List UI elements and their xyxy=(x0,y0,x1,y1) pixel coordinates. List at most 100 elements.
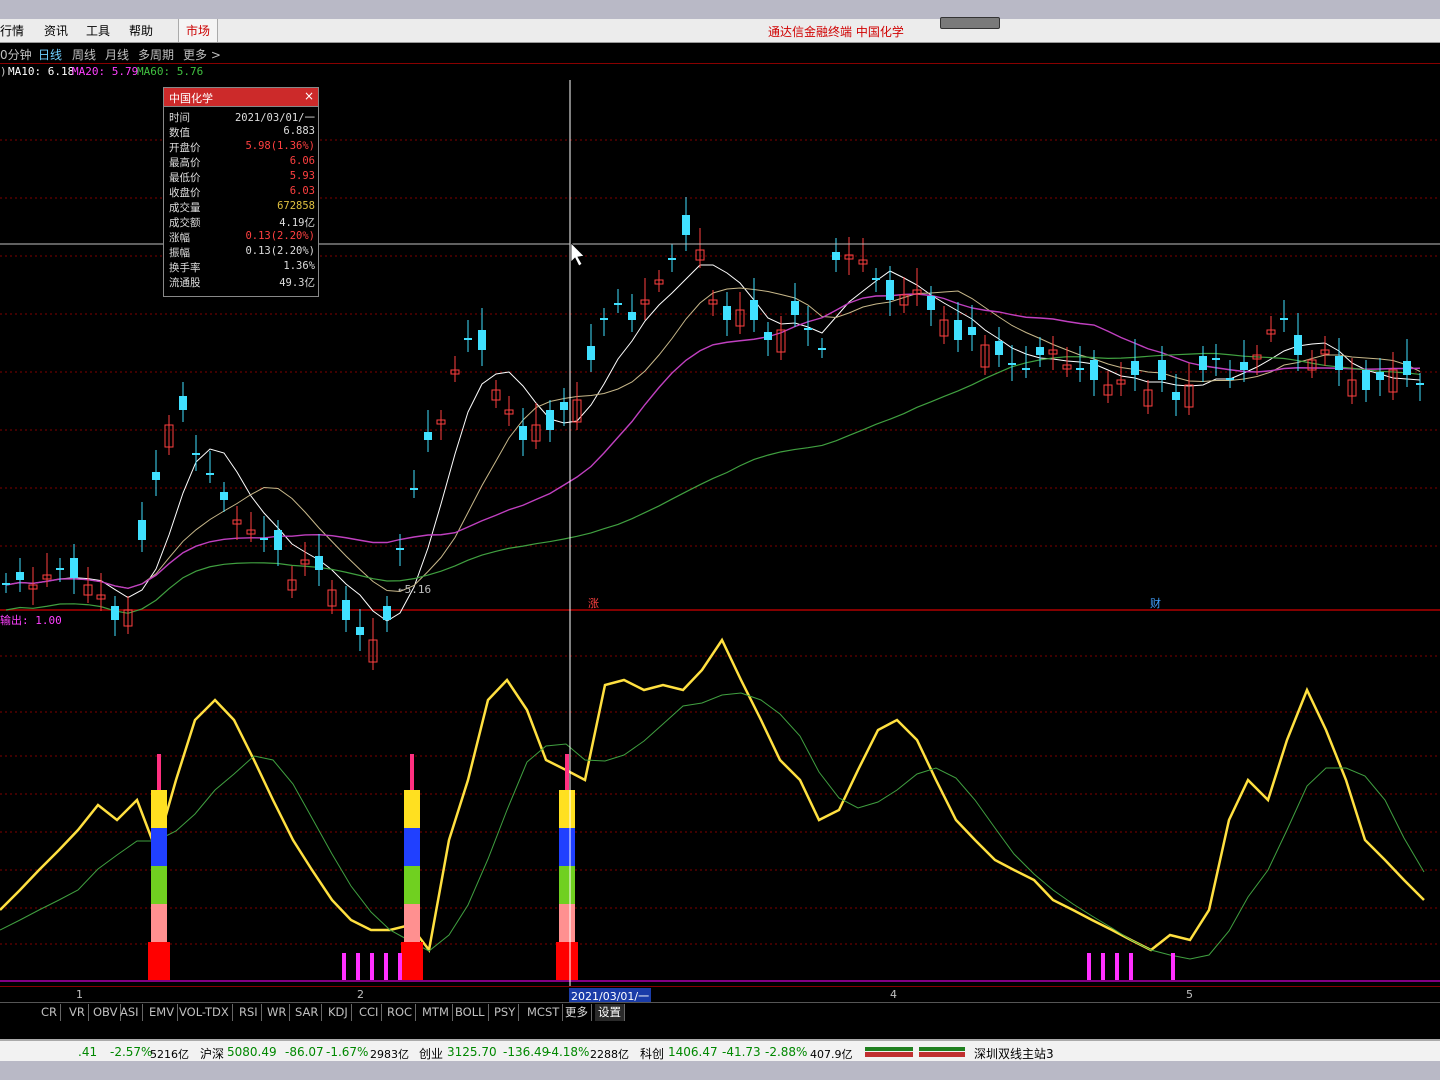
flag-zhang: 涨 xyxy=(588,597,599,610)
indicator-tab-3[interactable]: ASI xyxy=(117,1004,143,1021)
signal-stack-bar xyxy=(559,904,575,942)
indicator-tab-7[interactable]: WR xyxy=(264,1004,291,1021)
tooltip-row: 换手率 1.36% xyxy=(164,260,318,275)
indicator-tab-10[interactable]: CCI xyxy=(356,1004,383,1021)
hs-change: -86.07 xyxy=(285,1045,324,1059)
candle-body xyxy=(1240,362,1248,370)
signal-stack-bar xyxy=(556,942,578,980)
signal-tick-bar xyxy=(1101,953,1105,980)
quote-tooltip-window: 中国化学 × 时间 2021/03/01/一 数值 6.883 开盘价 5.98(1.36… xyxy=(163,87,319,297)
candle-body xyxy=(818,348,826,350)
menu-tools[interactable]: 工具 xyxy=(86,22,110,39)
hs-amount: 2983亿 xyxy=(370,1048,409,1061)
signal-tick-bar xyxy=(356,953,360,980)
candle-body xyxy=(179,396,187,410)
period-weekly[interactable]: 周线 xyxy=(72,46,96,63)
app-title: 通达信金融终端 中国化学 xyxy=(768,25,904,39)
date-label: 4 xyxy=(890,988,897,1001)
tooltip-row: 最低价 5.93 xyxy=(164,170,318,185)
mouse-cursor-icon xyxy=(570,242,585,267)
market-tab-label: 市场 xyxy=(186,24,211,38)
period-multi[interactable]: 多周期 xyxy=(138,46,174,63)
candle-body xyxy=(396,548,404,550)
tooltip-header[interactable]: 中国化学 × xyxy=(164,88,318,107)
candle-body xyxy=(1090,360,1098,380)
tooltip-row: 收盘价 6.03 xyxy=(164,185,318,200)
period-monthly[interactable]: 月线 xyxy=(105,46,129,63)
kc-change: -41.73 xyxy=(722,1045,761,1059)
tooltip-body: 时间 2021/03/01/一 数值 6.883 开盘价 5.98(1.36%) 最高价 6.… xyxy=(164,107,318,290)
candle-body xyxy=(152,472,160,480)
candle-body xyxy=(954,320,962,340)
status-bar: .41 -2.57% 5216亿 沪深 5080.49 -86.07 -1.67… xyxy=(0,1039,1440,1063)
flag-cai: 财 xyxy=(1150,596,1161,610)
period-daily[interactable]: 日线 xyxy=(38,46,62,63)
tooltip-value: 5.98(1.36%) xyxy=(245,140,315,152)
window-grip-button[interactable] xyxy=(940,17,1000,29)
tooltip-row: 流通股 49.3亿 xyxy=(164,275,318,290)
tooltip-value: 0.13(2.20%) xyxy=(245,245,315,257)
tooltip-key: 最高价 xyxy=(169,157,201,169)
candle-body xyxy=(192,453,200,455)
tooltip-row: 时间 2021/03/01/一 xyxy=(164,110,318,125)
tooltip-value: 2021/03/01/一 xyxy=(234,112,315,124)
indicator-tabs: CR VR OBV ASI EMV VOL-TDX RSI WR SAR KDJ CCI ROC MTM… xyxy=(0,1002,1440,1023)
tooltip-key: 成交额 xyxy=(169,217,201,229)
menu-bar: 行情 资讯 工具 帮助 市场 通达信金融终端 中国化学 xyxy=(0,17,1440,43)
period-more[interactable]: 更多 > xyxy=(183,46,221,63)
ma20-line xyxy=(5,293,1421,590)
indicator-tab-9[interactable]: KDJ xyxy=(325,1004,352,1021)
ma60-value: MA60: 5.76 xyxy=(137,65,204,78)
menu-news[interactable]: 资讯 xyxy=(44,22,68,39)
signal-tick-bar xyxy=(1171,953,1175,980)
period-minute[interactable]: 0分钟 xyxy=(0,46,32,63)
tooltip-row: 成交额 4.19亿 xyxy=(164,215,318,230)
candle-body xyxy=(383,606,391,620)
market-tab[interactable]: 市场 xyxy=(178,19,218,42)
tooltip-value: 1.36% xyxy=(283,260,315,272)
tooltip-key: 流通股 xyxy=(169,277,201,289)
candle-body xyxy=(70,558,78,578)
candle-body xyxy=(2,583,10,585)
indicator-tab-15[interactable]: MCST xyxy=(524,1004,564,1021)
indicator-tab-17[interactable]: 设置 xyxy=(595,1004,625,1021)
indicator-tab-13[interactable]: BOLL xyxy=(452,1004,489,1021)
candle-body xyxy=(1036,347,1044,355)
indicator-tab-8[interactable]: SAR xyxy=(292,1004,323,1021)
indicator-tab-0[interactable]: CR xyxy=(38,1004,62,1021)
indicator-tab-16[interactable]: 更多 xyxy=(562,1004,592,1021)
kc-label[interactable]: 科创 xyxy=(640,1045,664,1062)
indicator-tab-5[interactable]: VOL-TDX xyxy=(176,1004,233,1021)
indicator-tab-1[interactable]: VR xyxy=(66,1004,89,1021)
candle-body xyxy=(1403,361,1411,375)
tooltip-key: 振幅 xyxy=(169,247,190,259)
indicator-tab-12[interactable]: MTM xyxy=(419,1004,453,1021)
hs-label[interactable]: 沪深 xyxy=(200,1045,224,1062)
candle-body xyxy=(600,318,608,320)
candle-body xyxy=(1294,335,1302,355)
indicator-tab-14[interactable]: PSY xyxy=(491,1004,520,1021)
candle-body xyxy=(1199,356,1207,370)
server-name[interactable]: 深圳双线主站3 xyxy=(974,1045,1054,1062)
menu-help[interactable]: 帮助 xyxy=(129,22,153,39)
signal-stack-bar xyxy=(151,866,167,904)
candle-body xyxy=(560,402,568,410)
menu-quotes[interactable]: 行情 xyxy=(0,22,24,39)
candle-body xyxy=(723,306,731,320)
candle-body xyxy=(260,538,268,540)
indicator-tab-11[interactable]: ROC xyxy=(384,1004,417,1021)
close-icon[interactable]: × xyxy=(304,89,314,103)
tooltip-value: 0.13(2.20%) xyxy=(245,230,315,242)
cy-change: -136.49 xyxy=(503,1045,550,1059)
tooltip-value: 672858 xyxy=(277,200,315,212)
cy-label[interactable]: 创业 xyxy=(419,1045,443,1062)
candle-body xyxy=(111,606,119,620)
indicator-tab-4[interactable]: EMV xyxy=(146,1004,179,1021)
index1-amount: 5216亿 xyxy=(150,1048,189,1061)
signal-tick-bar xyxy=(398,953,402,980)
moving-average-lines xyxy=(5,264,1421,622)
cy-amount: 2288亿 xyxy=(590,1048,629,1061)
indicator-tab-6[interactable]: RSI xyxy=(236,1004,262,1021)
tooltip-title: 中国化学 xyxy=(169,92,213,105)
tooltip-key: 涨幅 xyxy=(169,232,190,244)
